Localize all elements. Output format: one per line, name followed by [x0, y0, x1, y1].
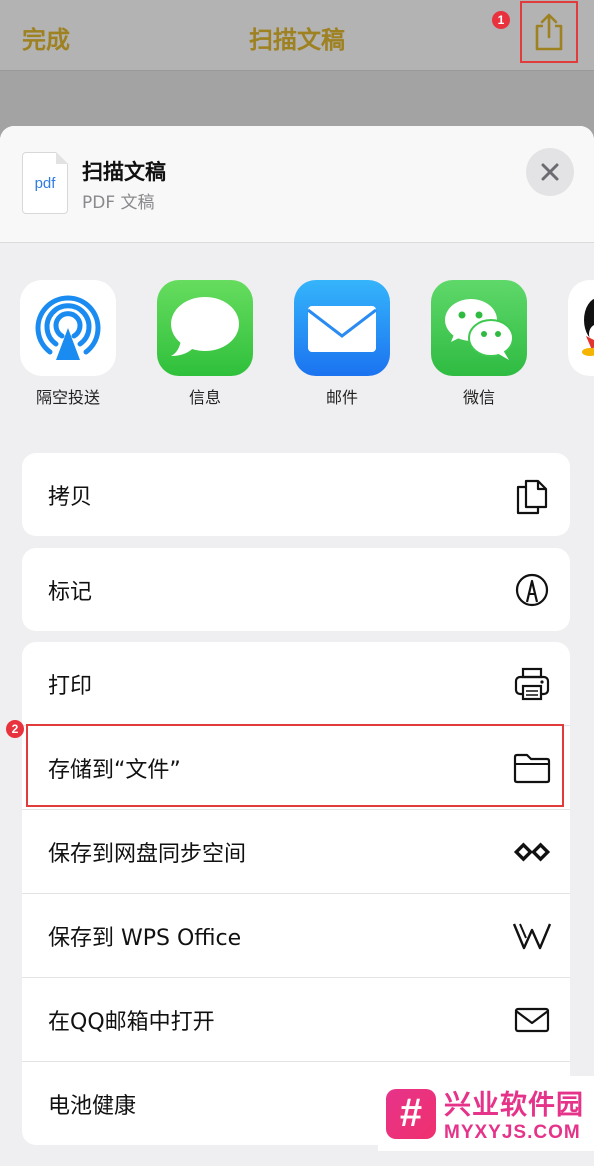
action-label: 标记 [48, 579, 93, 605]
action-save-to-files[interactable]: 存储到“文件” [22, 725, 570, 809]
watermark-name: 兴业软件园 [444, 1090, 584, 1121]
document-title: 扫描文稿 [82, 160, 166, 184]
printer-icon [512, 664, 552, 704]
pdf-label: pdf [34, 175, 56, 192]
watermark: # 兴业软件园 MYXYJS.COM [378, 1076, 594, 1151]
action-group-markup: 标记 [22, 548, 570, 631]
action-label: 存储到“文件” [48, 757, 181, 783]
document-type: PDF 文稿 [82, 193, 155, 213]
app-label: 邮件 [325, 388, 358, 407]
action-label: 电池健康 [48, 1093, 137, 1119]
action-label: 拷贝 [48, 484, 93, 510]
action-label: 在QQ邮箱中打开 [48, 1009, 215, 1035]
close-icon [541, 163, 559, 181]
copy-icon [512, 475, 552, 515]
watermark-logo: # [386, 1088, 436, 1139]
markup-icon [512, 570, 552, 610]
app-airdrop[interactable]: 隔空投送 [20, 280, 116, 408]
document-thumbnail: pdf [22, 152, 68, 214]
action-copy[interactable]: 拷贝 [22, 453, 570, 536]
action-open-in-qq-mail[interactable]: 在QQ邮箱中打开 [22, 977, 570, 1061]
watermark-text: 兴业软件园 MYXYJS.COM [444, 1083, 584, 1144]
share-sheet: pdf 扫描文稿 PDF 文稿 隔空投送 信息 邮件 微信 拷贝 标记 打印 存… [0, 126, 594, 1166]
action-label: 打印 [48, 673, 93, 699]
app-mail[interactable]: 邮件 [294, 280, 390, 408]
sync-space-icon [512, 832, 552, 872]
action-group-main: 打印 存储到“文件” 保存到网盘同步空间 保存到 WPS Office 在QQ邮… [22, 642, 570, 1145]
wechat-icon [431, 280, 527, 376]
step-badge-1: 1 [492, 11, 510, 29]
share-button[interactable] [520, 1, 578, 63]
share-icon [535, 13, 563, 51]
action-label: 保存到 WPS Office [48, 925, 242, 951]
app-qq[interactable] [568, 280, 594, 376]
step-badge-2: 2 [6, 720, 24, 738]
app-label: 信息 [188, 388, 221, 407]
messages-icon [157, 280, 253, 376]
airdrop-icon [20, 280, 116, 376]
qq-icon [568, 280, 594, 376]
app-messages[interactable]: 信息 [157, 280, 253, 408]
mail-icon [294, 280, 390, 376]
page-fold [56, 152, 68, 164]
share-sheet-header: pdf 扫描文稿 PDF 文稿 [0, 126, 594, 243]
navigation-bar: 完成 扫描文稿 1 [0, 0, 594, 71]
action-save-to-sync-space[interactable]: 保存到网盘同步空间 [22, 809, 570, 893]
action-group-copy: 拷贝 [22, 453, 570, 536]
action-save-to-wps[interactable]: 保存到 WPS Office [22, 893, 570, 977]
app-label: 隔空投送 [35, 388, 100, 407]
envelope-icon [512, 1000, 552, 1040]
action-label: 保存到网盘同步空间 [48, 841, 247, 867]
folder-icon [512, 748, 552, 788]
action-markup[interactable]: 标记 [22, 548, 570, 631]
app-wechat[interactable]: 微信 [431, 280, 527, 408]
app-label: 微信 [462, 388, 495, 407]
watermark-domain: MYXYJS.COM [444, 1122, 581, 1143]
action-print[interactable]: 打印 [22, 642, 570, 725]
close-button[interactable] [526, 148, 574, 196]
wps-icon [512, 916, 552, 956]
